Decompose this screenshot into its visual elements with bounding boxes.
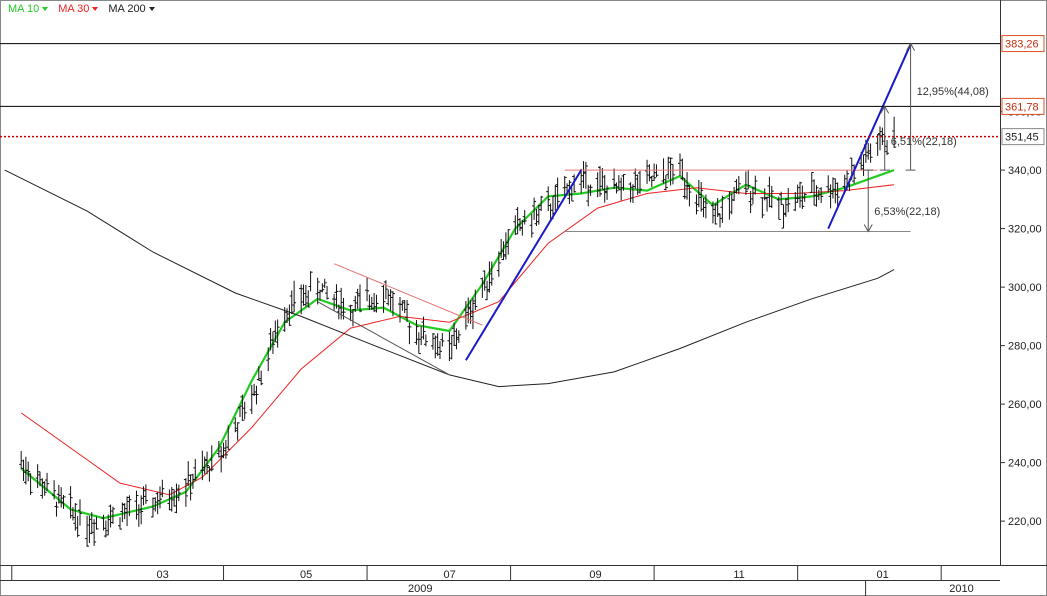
annotation-upper: 6,51%(22,18) bbox=[891, 136, 957, 148]
trendline bbox=[333, 263, 483, 326]
ohlc-bars bbox=[19, 116, 897, 547]
x-tick-label: 01 bbox=[876, 569, 888, 581]
indicator-legend: MA 10 MA 30 MA 200 bbox=[0, 0, 165, 18]
chevron-down-icon[interactable] bbox=[92, 7, 99, 11]
y-tick-label: 320,00 bbox=[1008, 224, 1042, 236]
y-tick-label: 220,00 bbox=[1008, 516, 1042, 528]
x-tick-label: 11 bbox=[733, 569, 744, 581]
annotation-lower: 6,53%(22,18) bbox=[874, 206, 940, 218]
legend-item-ma10[interactable]: MA 10 bbox=[8, 3, 49, 15]
series-line-ma10 bbox=[20, 169, 895, 520]
price-label: 351,45 bbox=[1005, 132, 1039, 144]
x-tick-label: 09 bbox=[589, 569, 601, 581]
x-tick-label: 03 bbox=[156, 569, 168, 581]
legend-item-ma200[interactable]: MA 200 bbox=[108, 3, 155, 15]
chevron-down-icon[interactable] bbox=[148, 7, 155, 11]
price-chart[interactable]: 220,00 240,00 260,00 280,00 300,00 320,00 340,… bbox=[0, 0, 1047, 596]
price-label: 361,78 bbox=[1005, 101, 1039, 113]
y-tick-label: 300,00 bbox=[1008, 282, 1042, 294]
legend-label-ma200: MA 200 bbox=[108, 3, 146, 15]
legend-label-ma10: MA 10 bbox=[8, 3, 40, 15]
trendline bbox=[465, 169, 583, 361]
chevron-down-icon[interactable] bbox=[42, 7, 49, 11]
x-year-label: 2009 bbox=[408, 583, 432, 595]
x-tick-label: 07 bbox=[444, 569, 456, 581]
y-tick-label: 240,00 bbox=[1008, 458, 1042, 470]
x-year-label: 2010 bbox=[949, 583, 973, 595]
price-label: 383,26 bbox=[1005, 39, 1039, 51]
x-tick-label: 05 bbox=[300, 569, 312, 581]
y-tick-label: 260,00 bbox=[1008, 399, 1042, 411]
annotation-large: 12,95%(44,08) bbox=[917, 86, 989, 98]
y-tick-label: 340,00 bbox=[1008, 165, 1042, 177]
legend-item-ma30[interactable]: MA 30 bbox=[58, 3, 99, 15]
legend-label-ma30: MA 30 bbox=[58, 3, 90, 15]
y-tick-label: 280,00 bbox=[1008, 341, 1042, 353]
